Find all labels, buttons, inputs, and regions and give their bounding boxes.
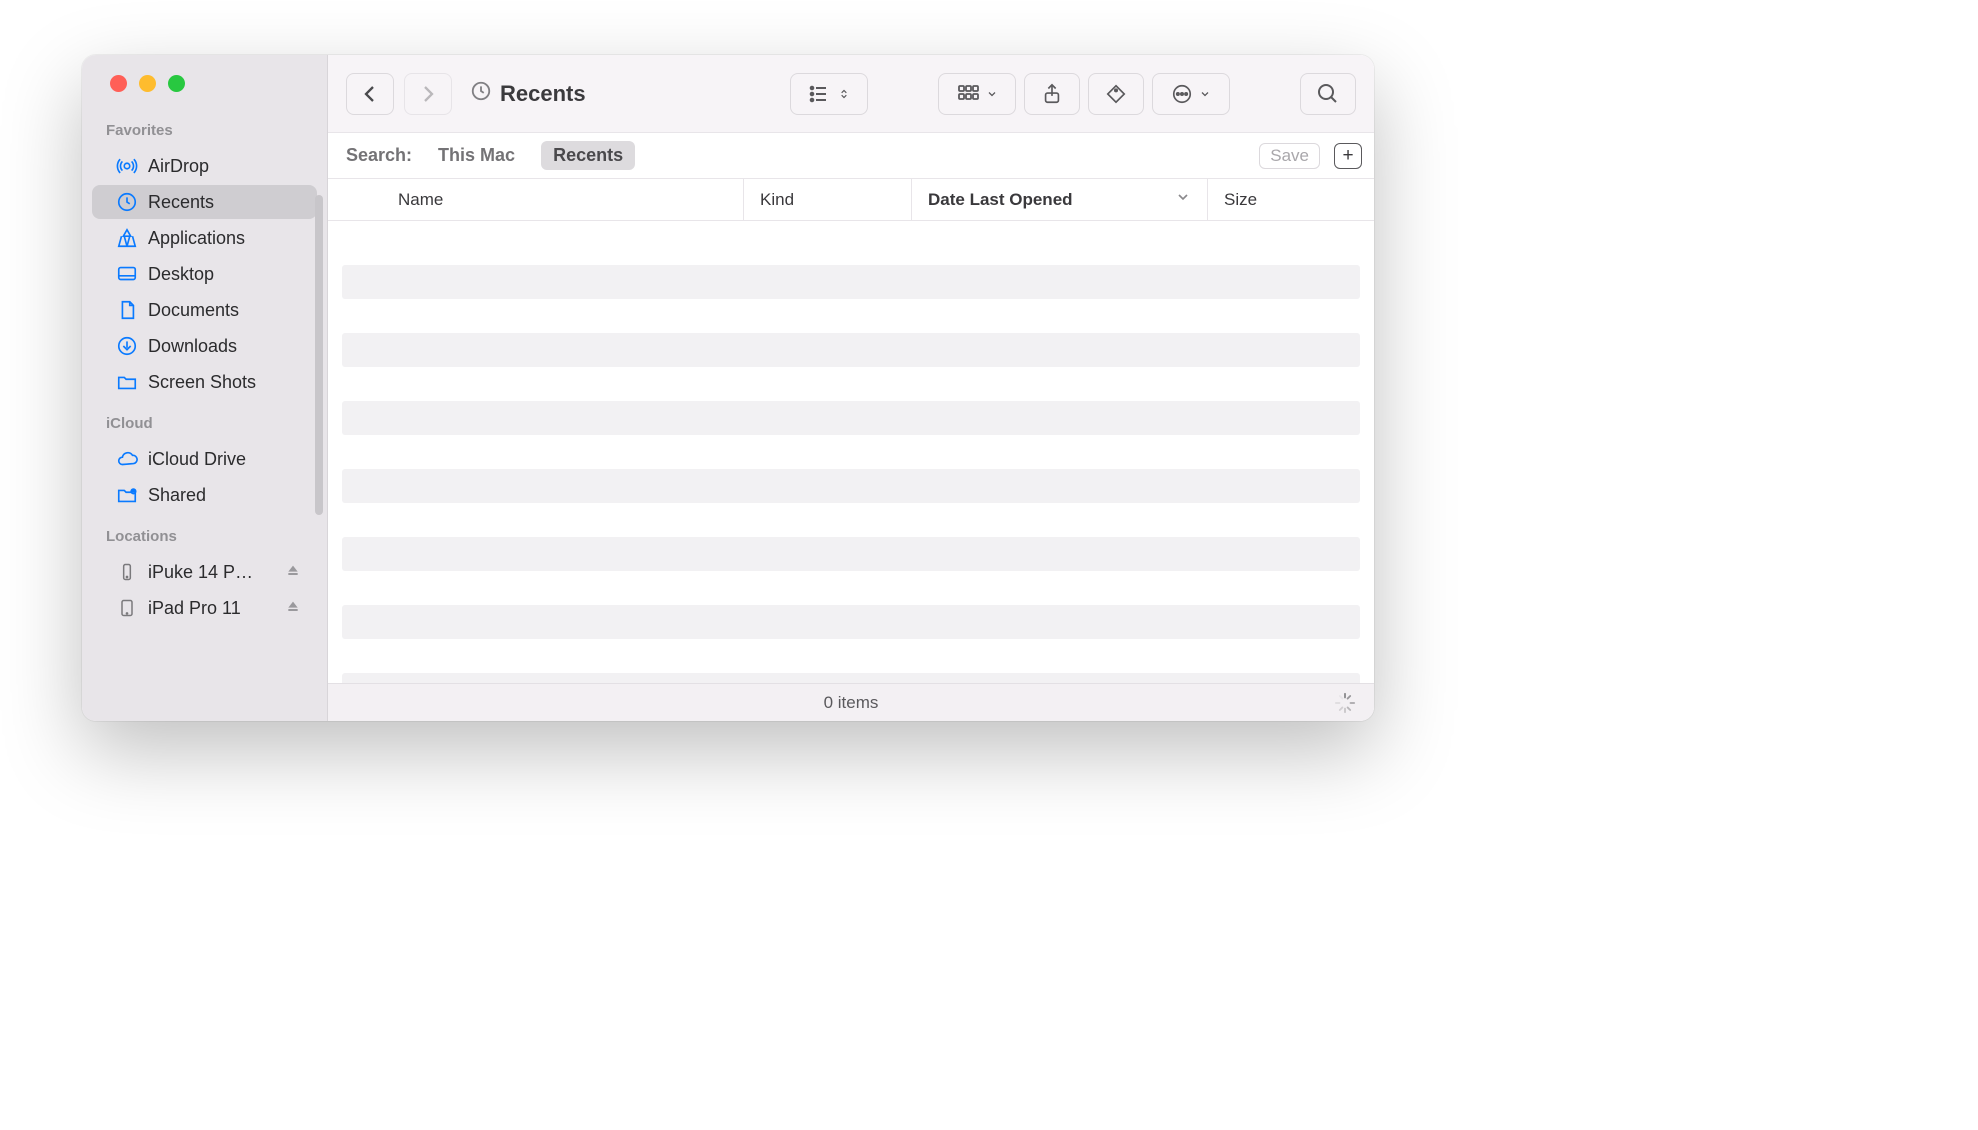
- search-scope-bar: Search: This Mac Recents Save +: [328, 133, 1374, 179]
- column-size[interactable]: Size: [1208, 179, 1374, 220]
- tool-group: [938, 73, 1230, 115]
- sidebar-section-label: iCloud: [82, 415, 327, 440]
- table-row: [342, 673, 1360, 683]
- actions-button[interactable]: [1152, 73, 1230, 115]
- airdrop-icon: [116, 155, 138, 177]
- sidebar-item-label: iPad Pro 11: [148, 598, 275, 619]
- sidebar-item-icloud-drive[interactable]: iCloud Drive: [92, 442, 317, 476]
- tags-button[interactable]: [1088, 73, 1144, 115]
- sidebar-item-airdrop[interactable]: AirDrop: [92, 149, 317, 183]
- sidebar-item-screen-shots[interactable]: Screen Shots: [92, 365, 317, 399]
- sidebar-section-favorites: Favorites AirDrop Recents Applications: [82, 122, 327, 399]
- sidebar-item-label: Downloads: [148, 336, 303, 357]
- sidebar-section-label: Favorites: [82, 122, 327, 147]
- table-row: [342, 537, 1360, 571]
- sidebar-item-documents[interactable]: Documents: [92, 293, 317, 327]
- file-list: [328, 221, 1374, 683]
- cloud-icon: [116, 448, 138, 470]
- traffic-lights: [82, 75, 327, 92]
- sidebar-item-label: iPuke 14 P…: [148, 562, 275, 583]
- search-label: Search:: [346, 145, 412, 166]
- eject-icon[interactable]: [285, 599, 303, 617]
- sidebar-item-label: Desktop: [148, 264, 303, 285]
- clock-icon: [470, 80, 492, 107]
- search-button[interactable]: [1300, 73, 1356, 115]
- loading-spinner-icon: [1334, 692, 1356, 714]
- status-bar: 0 items: [328, 683, 1374, 721]
- document-icon: [116, 299, 138, 321]
- back-button[interactable]: [346, 73, 394, 115]
- close-window-button[interactable]: [110, 75, 127, 92]
- sidebar-item-device-ipad[interactable]: iPad Pro 11: [92, 591, 317, 625]
- table-row: [342, 265, 1360, 299]
- scope-this-mac[interactable]: This Mac: [426, 141, 527, 170]
- ipad-icon: [116, 597, 138, 619]
- chevron-down-icon: [1175, 189, 1191, 210]
- column-label: Kind: [760, 190, 794, 210]
- sidebar-item-label: Documents: [148, 300, 303, 321]
- applications-icon: [116, 227, 138, 249]
- sidebar-item-device-iphone[interactable]: iPuke 14 P…: [92, 555, 317, 589]
- table-row: [342, 401, 1360, 435]
- downloads-icon: [116, 335, 138, 357]
- clock-icon: [116, 191, 138, 213]
- sidebar-item-label: iCloud Drive: [148, 449, 303, 470]
- sidebar-item-desktop[interactable]: Desktop: [92, 257, 317, 291]
- main-content: Recents: [328, 55, 1374, 721]
- sidebar-item-label: Shared: [148, 485, 303, 506]
- sidebar-section-locations: Locations iPuke 14 P… iPad Pro 11: [82, 528, 327, 625]
- finder-window: Favorites AirDrop Recents Applications: [82, 55, 1374, 721]
- sidebar-item-shared[interactable]: Shared: [92, 478, 317, 512]
- table-row: [342, 605, 1360, 639]
- column-label: Name: [398, 190, 443, 210]
- sidebar-section-icloud: iCloud iCloud Drive Shared: [82, 415, 327, 512]
- shared-folder-icon: [116, 484, 138, 506]
- scope-recents[interactable]: Recents: [541, 141, 635, 170]
- forward-button[interactable]: [404, 73, 452, 115]
- sidebar-item-label: Screen Shots: [148, 372, 303, 393]
- title-area: Recents: [470, 80, 780, 107]
- sidebar-item-label: Applications: [148, 228, 303, 249]
- sidebar-item-applications[interactable]: Applications: [92, 221, 317, 255]
- column-label: Size: [1224, 190, 1257, 210]
- eject-icon[interactable]: [285, 563, 303, 581]
- group-by-button[interactable]: [938, 73, 1016, 115]
- share-button[interactable]: [1024, 73, 1080, 115]
- sidebar-item-label: AirDrop: [148, 156, 303, 177]
- sidebar-scrollbar[interactable]: [315, 195, 323, 515]
- iphone-icon: [116, 561, 138, 583]
- column-headers: Name Kind Date Last Opened Size: [328, 179, 1374, 221]
- column-name[interactable]: Name: [328, 179, 744, 220]
- column-date-last-opened[interactable]: Date Last Opened: [912, 179, 1208, 220]
- toolbar: Recents: [328, 55, 1374, 133]
- sidebar-section-label: Locations: [82, 528, 327, 553]
- item-count: 0 items: [824, 693, 879, 713]
- view-list-button[interactable]: [790, 73, 868, 115]
- sidebar-item-recents[interactable]: Recents: [92, 185, 317, 219]
- fullscreen-window-button[interactable]: [168, 75, 185, 92]
- minimize-window-button[interactable]: [139, 75, 156, 92]
- table-row: [342, 333, 1360, 367]
- sidebar-item-label: Recents: [148, 192, 303, 213]
- page-title: Recents: [500, 81, 586, 107]
- column-label: Date Last Opened: [928, 190, 1073, 210]
- column-kind[interactable]: Kind: [744, 179, 912, 220]
- table-row: [342, 469, 1360, 503]
- sidebar-item-downloads[interactable]: Downloads: [92, 329, 317, 363]
- save-search-button[interactable]: Save: [1259, 143, 1320, 169]
- desktop-icon: [116, 263, 138, 285]
- add-criteria-button[interactable]: +: [1334, 143, 1362, 169]
- sidebar: Favorites AirDrop Recents Applications: [82, 55, 328, 721]
- folder-icon: [116, 371, 138, 393]
